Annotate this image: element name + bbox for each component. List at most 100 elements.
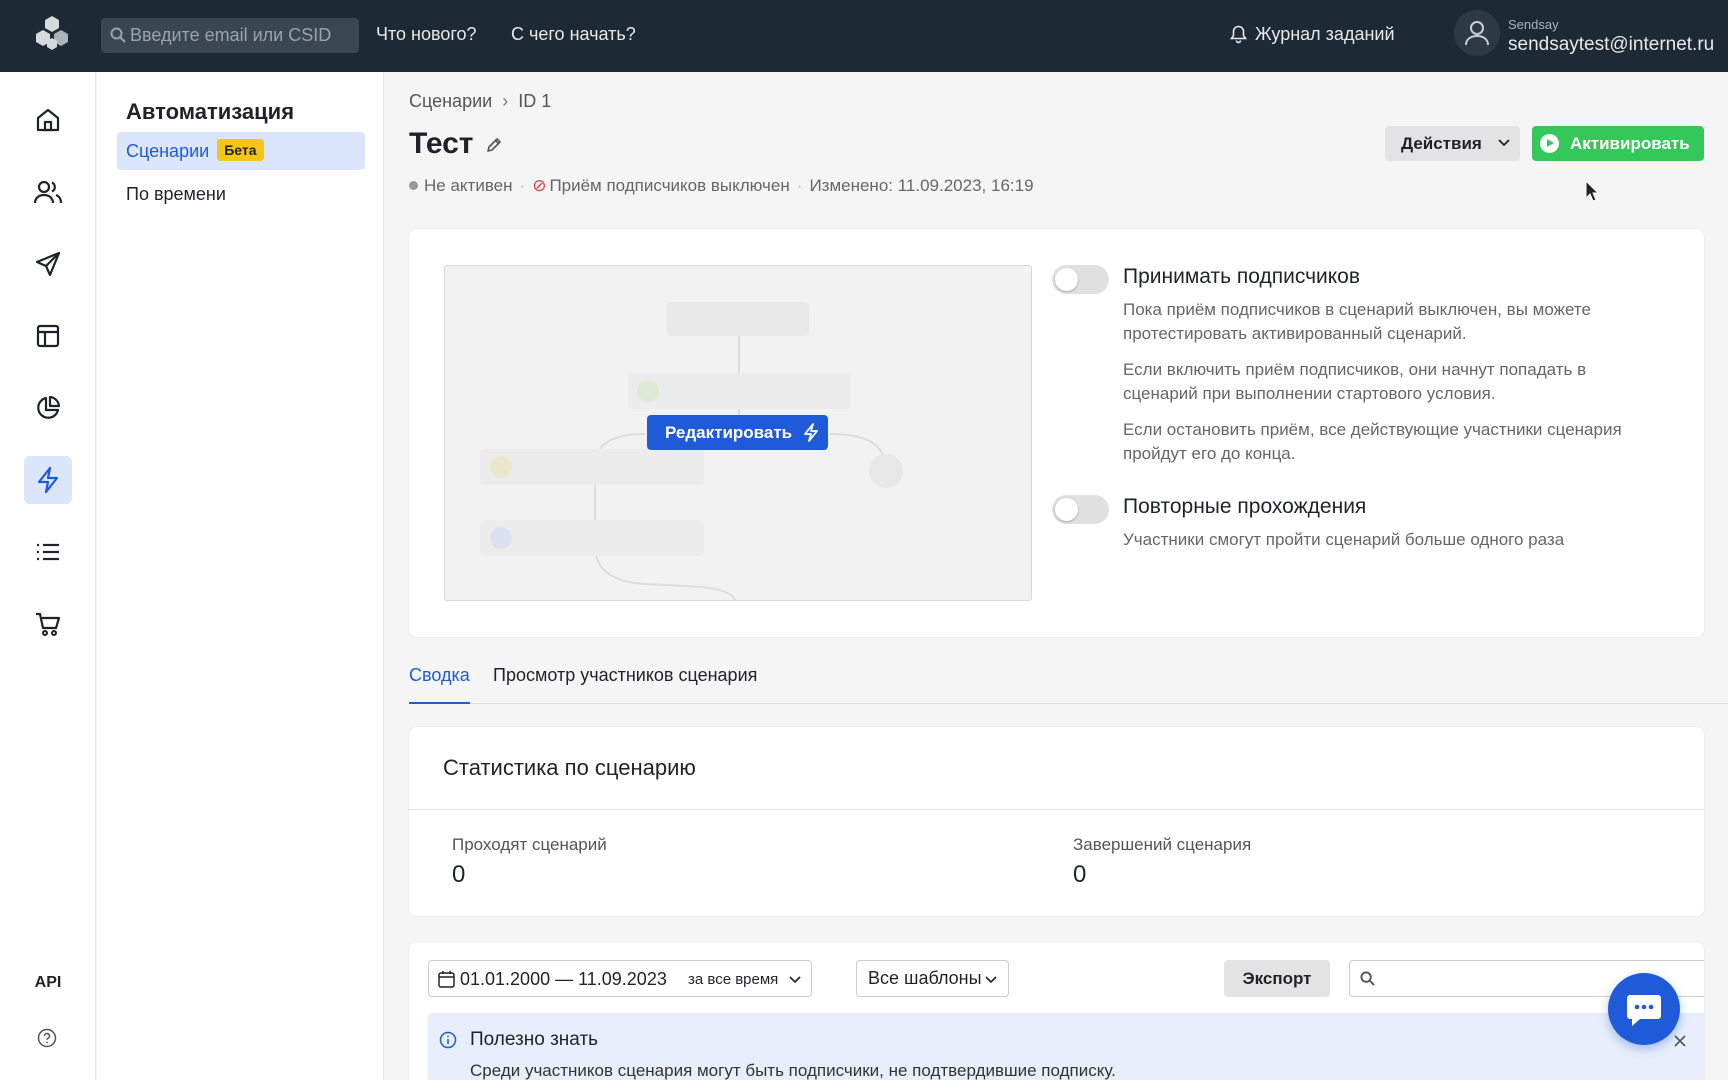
search-icon (1360, 971, 1375, 986)
stats-card: Статистика по сценарию Проходят сценарий… (409, 727, 1704, 916)
rail-subscribers[interactable] (24, 168, 72, 216)
info-banner: Полезно знать Среди участников сценария … (428, 1013, 1704, 1080)
chat-widget-button[interactable] (1608, 973, 1680, 1045)
participants-panel: 01.01.2000 — 11.09.2023 за все время Все… (409, 942, 1704, 1080)
beta-badge: Бета (217, 139, 264, 161)
rail-lists[interactable] (24, 528, 72, 576)
date-range-value: 01.01.2000 — 11.09.2023 (460, 969, 667, 989)
repeat-passes-desc: Участники смогут пройти сценарий больше … (1123, 530, 1565, 549)
getting-started-link[interactable]: С чего начать? (511, 24, 636, 45)
repeat-passes-title: Повторные прохождения (1123, 495, 1367, 518)
user-org: Sendsay (1508, 17, 1559, 32)
menu-item-label: По времени (126, 184, 226, 204)
menu-item-scheduled[interactable]: По времени (117, 175, 365, 213)
user-email: sendsaytest@internet.ru (1508, 34, 1715, 55)
accept-subscribers-toggle[interactable] (1052, 265, 1109, 294)
tab-bar: Сводка Просмотр участников сценария (409, 662, 1728, 704)
rail-templates[interactable] (24, 312, 72, 360)
top-bar: Что нового? С чего начать? Журнал задани… (0, 0, 1728, 72)
rail-ecommerce[interactable] (24, 600, 72, 648)
rail-automation[interactable] (24, 456, 72, 504)
placeholder-dot (490, 456, 512, 478)
stat-value: 0 (1073, 861, 1087, 888)
placeholder-dot (490, 527, 512, 549)
stat-label: Завершений сценария (1073, 835, 1252, 854)
tab-summary[interactable]: Сводка (409, 662, 470, 704)
status-line: Не активен · ⊘ Приём подписчиков выключен · И… (409, 176, 1034, 196)
menu-item-label: Сценарии (126, 141, 210, 161)
subscription-status: Приём подписчиков выключен (549, 176, 790, 195)
actions-dropdown[interactable]: Действия (1385, 126, 1520, 161)
task-journal-label: Журнал заданий (1255, 24, 1395, 44)
pie-chart-icon (37, 395, 61, 419)
cart-icon (36, 612, 61, 636)
lightning-icon (37, 466, 59, 494)
chevron-down-icon (1498, 139, 1510, 147)
chevron-down-icon (789, 976, 801, 984)
search-input[interactable] (130, 18, 352, 53)
placeholder-block (480, 449, 704, 485)
users-icon (33, 180, 63, 204)
api-link[interactable]: API (0, 974, 96, 992)
activate-button[interactable]: Активировать (1532, 126, 1704, 161)
avatar (1454, 10, 1500, 56)
menu-item-scenarios[interactable]: Сценарии Бета (117, 132, 365, 170)
templates-value: Все шаблоны (868, 968, 982, 988)
actions-label: Действия (1401, 134, 1482, 153)
placeholder-dot (869, 454, 903, 488)
templates-select[interactable]: Все шаблоны (856, 960, 1009, 997)
tab-participants[interactable]: Просмотр участников сценария (493, 662, 757, 704)
edit-scenario-label: Редактировать (665, 423, 793, 442)
page-title: Тест (409, 127, 474, 160)
info-icon (439, 1031, 457, 1049)
rail-campaigns[interactable] (24, 240, 72, 288)
rail-home[interactable] (24, 96, 72, 144)
repeat-passes-toggle[interactable] (1052, 495, 1109, 524)
placeholder-block (628, 373, 850, 409)
divider (409, 809, 1704, 810)
user-menu[interactable]: Sendsay sendsaytest@internet.ru (1454, 10, 1714, 62)
help-icon[interactable] (37, 1028, 57, 1053)
lightning-icon (804, 423, 818, 442)
mouse-cursor-icon (1585, 180, 1599, 202)
send-icon (35, 251, 61, 277)
rail-analytics[interactable] (24, 384, 72, 432)
breadcrumb: Сценарии › ID 1 (409, 91, 551, 112)
date-range-picker[interactable]: 01.01.2000 — 11.09.2023 за все время (428, 960, 812, 997)
search-icon (110, 27, 126, 43)
logo-icon[interactable] (34, 14, 70, 52)
section-menu: Автоматизация Сценарии Бета По времени (97, 72, 384, 1080)
modified-date: Изменено: 11.09.2023, 16:19 (809, 176, 1034, 195)
export-button[interactable]: Экспорт (1224, 960, 1330, 997)
close-icon[interactable] (1673, 1034, 1687, 1048)
activate-label: Активировать (1570, 134, 1690, 153)
icon-rail: API (0, 72, 96, 1080)
chevron-down-icon (985, 976, 997, 984)
bell-icon (1230, 25, 1247, 44)
status-text: Не активен (424, 176, 513, 195)
edit-scenario-button[interactable]: Редактировать (647, 415, 828, 450)
global-search[interactable] (101, 18, 359, 53)
pencil-icon[interactable] (485, 136, 503, 159)
placeholder-block (480, 520, 704, 556)
stat-value: 0 (452, 861, 466, 888)
stats-title: Статистика по сценарию (443, 755, 696, 780)
accept-desc-2: Если включить приём подписчиков, они нач… (1123, 360, 1587, 403)
scenario-preview[interactable]: Редактировать (444, 265, 1032, 601)
accept-desc-3: Если остановить приём, все действующие у… (1123, 420, 1622, 463)
whats-new-link[interactable]: Что нового? (376, 24, 477, 45)
calendar-icon (438, 971, 455, 988)
info-title: Полезно знать (470, 1029, 599, 1050)
play-icon (1540, 134, 1559, 153)
home-icon (36, 108, 60, 132)
main-content: Сценарии › ID 1 Тест Не активен · ⊘ Приём под… (385, 72, 1728, 1080)
stat-label: Проходят сценарий (452, 835, 607, 854)
task-journal-link[interactable]: Журнал заданий (1230, 24, 1395, 45)
accept-desc-1: Пока приём подписчиков в сценарий выключ… (1123, 300, 1591, 343)
breadcrumb-scenarios[interactable]: Сценарии (409, 91, 492, 111)
chat-icon (1627, 995, 1661, 1026)
period-label: за все время (688, 971, 779, 988)
status-dot (409, 181, 418, 190)
user-icon (1465, 21, 1489, 46)
layout-icon (36, 324, 60, 348)
